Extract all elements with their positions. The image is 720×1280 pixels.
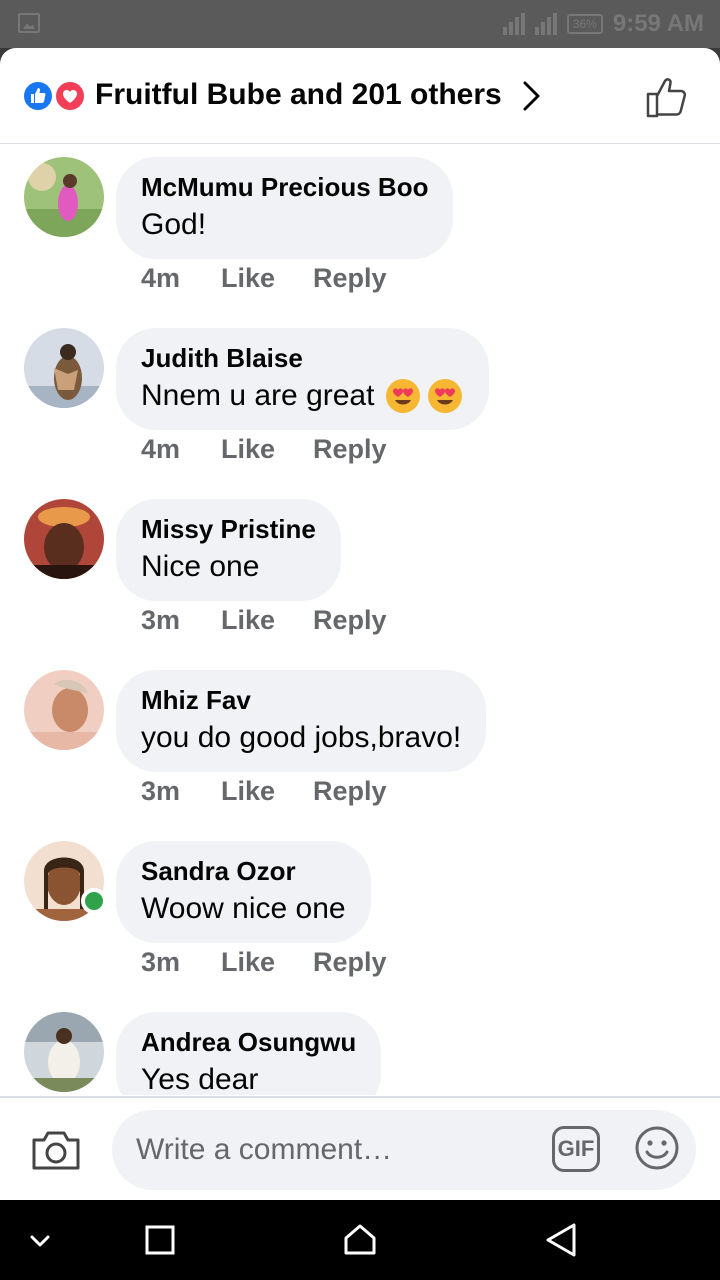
reply-button[interactable]: Reply [313,263,387,294]
comment-bubble[interactable]: Mhiz Fav you do good jobs,bravo! [116,670,487,772]
comment-time[interactable]: 3m [141,776,221,807]
reply-button[interactable]: Reply [313,776,387,807]
comment-item: Judith Blaise Nnem u are great 4m Like R… [0,322,720,493]
like-button[interactable]: Like [221,947,313,978]
comment-actions: 3m Like Reply [141,947,387,978]
comment-item: Sandra Ozor Woow nice one 3m Like Reply [0,835,720,1006]
comments-sheet: Fruitful Bube and 201 others McMumu Prec… [0,48,720,1200]
comment-bubble[interactable]: Judith Blaise Nnem u are great [116,328,490,430]
comment-text: Nnem u are great [141,376,464,416]
online-status-badge [81,888,107,914]
comment-author[interactable]: Missy Pristine [141,513,316,545]
back-icon[interactable] [520,1200,600,1280]
comment-item: Missy Pristine Nice one 3m Like Reply [0,493,720,664]
avatar[interactable] [24,499,104,579]
avatar[interactable] [24,328,104,408]
comment-actions: 3m Like Reply [141,605,387,636]
comment-text: Woow nice one [141,889,346,929]
comment-author[interactable]: Sandra Ozor [141,855,346,887]
signal-icon-2 [534,13,557,35]
comment-time[interactable]: 4m [141,263,221,294]
reply-button[interactable]: Reply [313,605,387,636]
comment-input[interactable] [112,1110,696,1190]
like-button[interactable]: Like [221,776,313,807]
comment-author[interactable]: Judith Blaise [141,342,464,374]
heart-eyes-emoji-icon [428,379,463,413]
comment-time[interactable]: 3m [141,605,221,636]
like-icon[interactable] [644,74,692,120]
comment-author[interactable]: Mhiz Fav [141,684,461,716]
like-button[interactable]: Like [221,263,313,294]
status-time: 9:59 AM [612,10,704,37]
comment-item: Andrea Osungwu Yes dear [0,1006,720,1095]
comment-time[interactable]: 4m [141,434,221,465]
reactors-summary[interactable]: Fruitful Bube and 201 others [95,78,502,112]
comment-author[interactable]: McMumu Precious Boo [141,171,428,203]
chevron-down-icon[interactable] [0,1200,80,1280]
like-reaction-icon [22,80,54,112]
comment-author[interactable]: Andrea Osungwu [141,1026,356,1058]
camera-icon[interactable] [30,1128,82,1172]
like-button[interactable]: Like [221,605,313,636]
reply-button[interactable]: Reply [313,947,387,978]
comment-bubble[interactable]: Andrea Osungwu Yes dear [116,1012,382,1095]
status-bar: 36% 9:59 AM [0,0,720,48]
comment-composer: GIF [0,1096,720,1200]
signal-icon [502,13,525,35]
comment-item: Mhiz Fav you do good jobs,bravo! 3m Like… [0,664,720,835]
emoji-picker-icon[interactable] [634,1125,680,1171]
love-reaction-icon [54,80,86,112]
recents-icon[interactable] [120,1200,200,1280]
reply-button[interactable]: Reply [313,434,387,465]
comment-text-content: Yes dear [141,1063,259,1095]
comment-text-content: Woow nice one [141,892,346,925]
comment-text: Nice one [141,547,316,587]
avatar[interactable] [24,670,104,750]
comment-bubble[interactable]: McMumu Precious Boo God! [116,157,454,259]
home-icon[interactable] [320,1200,400,1280]
comment-text: God! [141,205,428,245]
avatar[interactable] [24,157,104,237]
comment-actions: 3m Like Reply [141,776,387,807]
comment-text-content: Nice one [141,550,260,583]
avatar[interactable] [24,1012,104,1092]
reactions-header: Fruitful Bube and 201 others [0,48,720,144]
comments-list[interactable]: McMumu Precious Boo God! 4m Like Reply J… [0,145,720,1095]
comment-actions: 4m Like Reply [141,434,387,465]
chevron-right-icon[interactable] [520,78,544,114]
status-right: 36% 9:59 AM [502,10,704,38]
image-notification-icon [18,13,40,33]
comment-actions: 4m Like Reply [141,263,387,294]
heart-eyes-emoji-icon [386,379,421,413]
comment-text-content: God! [141,208,207,241]
like-button[interactable]: Like [221,434,313,465]
comment-time[interactable]: 3m [141,947,221,978]
comment-bubble[interactable]: Missy Pristine Nice one [116,499,341,601]
comment-bubble[interactable]: Sandra Ozor Woow nice one [116,841,371,943]
comment-text: Yes dear [141,1060,356,1095]
system-nav-bar [0,1200,720,1280]
reaction-icons[interactable] [22,80,88,112]
comment-text-content: Nnem u are great [141,379,375,412]
gif-icon[interactable]: GIF [552,1126,600,1172]
comment-item: McMumu Precious Boo God! 4m Like Reply [0,151,720,322]
battery-icon: 36% [566,14,603,34]
comment-text: you do good jobs,bravo! [141,718,461,758]
comment-text-content: you do good jobs,bravo! [141,721,462,754]
